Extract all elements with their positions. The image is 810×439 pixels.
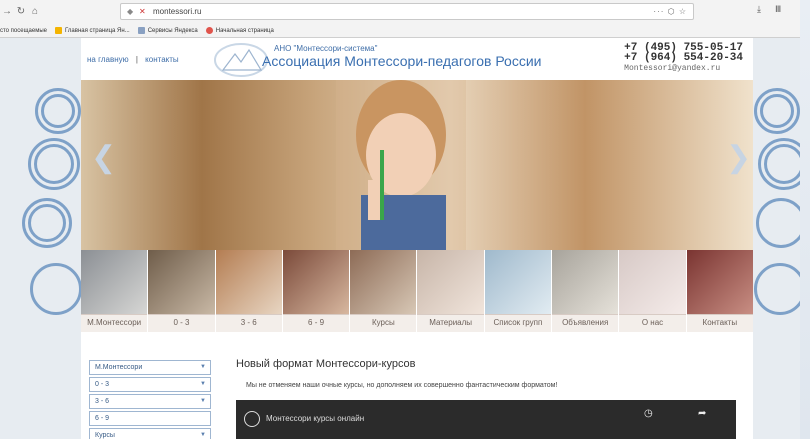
chevron-down-icon: ▼ [200, 398, 206, 404]
slider-next-icon[interactable]: ❯ [726, 140, 751, 175]
thumb-label: 0 - 3 [148, 314, 215, 332]
thumb-groups[interactable]: Список групп [484, 250, 553, 332]
child-photo [336, 80, 466, 250]
thumb-image [282, 250, 350, 315]
thumb-0-3[interactable]: 0 - 3 [148, 250, 216, 332]
top-links: на главную | контакты [87, 55, 179, 64]
thumb-label: Объявления [552, 314, 619, 332]
folder-icon [137, 27, 145, 34]
thumb-image [484, 250, 552, 315]
thumb-image [350, 250, 417, 315]
bookmark-label: Главная страница Ян... [65, 27, 130, 34]
channel-logo-icon [244, 411, 260, 427]
bookmarks-bar: сто посещаемые Главная страница Ян... Се… [0, 24, 800, 37]
start-page-icon [205, 27, 213, 34]
thumb-label: Список групп [484, 314, 552, 332]
url-text: montessori.ru [153, 7, 202, 16]
bookmark-item[interactable]: Начальная страница [205, 27, 274, 34]
thumb-label: О нас [619, 314, 686, 332]
decorative-circles-left [20, 88, 82, 328]
phone-number: +7 (964) 554-20-34 [624, 52, 743, 64]
contact-block: +7 (495) 755-05-17 +7 (964) 554-20-34 Mo… [624, 43, 743, 74]
sidebar-item-label: Курсы [95, 432, 115, 439]
home-icon[interactable]: ⌂ [28, 6, 42, 17]
site-info-icon[interactable]: ✕ [139, 4, 146, 19]
article-title: Новый формат Монтессори-курсов [236, 358, 416, 370]
thumb-6-9[interactable]: 6 - 9 [282, 250, 351, 332]
sidebar-item-label: 3 - 6 [95, 398, 110, 405]
sidebar-menu: М.Монтессори ▼ 0 - 3 ▼ 3 - 6 ▼ 6 - 9 Курсы ▼ [89, 360, 211, 439]
chevron-down-icon: ▼ [200, 381, 206, 387]
video-player[interactable]: Монтессори курсы онлайн ◷ ➦ [236, 400, 736, 439]
sidebar-item-montessori[interactable]: М.Монтессори ▼ [89, 360, 211, 375]
site-header: на главную | контакты АНО "Монтессори-си… [81, 38, 753, 80]
sidebar-item-label: 6 - 9 [95, 415, 110, 422]
watch-later-icon[interactable]: ◷ [644, 408, 653, 419]
sidebar-item-6-9[interactable]: 6 - 9 [89, 411, 211, 426]
ellipsis-icon[interactable]: ··· ⬡ ☆ [653, 4, 687, 19]
library-icon[interactable]: Ⅲ [775, 4, 781, 15]
bookmark-label: Начальная страница [215, 27, 274, 34]
download-icon[interactable]: ⤓ [757, 4, 761, 15]
sidebar-item-label: М.Монтессори [95, 364, 143, 371]
address-bar[interactable]: ◆ ✕ montessori.ru ··· ⬡ ☆ [120, 3, 694, 20]
thumb-image [148, 250, 215, 315]
thumb-image [215, 250, 282, 315]
sidebar-item-label: 0 - 3 [95, 381, 110, 388]
sidebar-item-3-6[interactable]: 3 - 6 ▼ [89, 394, 211, 409]
back-icon[interactable]: → [0, 6, 14, 17]
yandex-icon [55, 27, 62, 34]
hero-slider: ❮ ❯ [81, 80, 753, 250]
decorative-circles-right [752, 88, 800, 328]
chevron-down-icon: ▼ [200, 432, 206, 438]
screenshot-frame: → ↻ ⌂ ◆ ✕ montessori.ru ··· ⬡ ☆ ⤓ Ⅲ сто … [0, 0, 810, 439]
sidebar-item-0-3[interactable]: 0 - 3 ▼ [89, 377, 211, 392]
thumb-montessori[interactable]: М.Монтессори [81, 250, 149, 332]
thumb-image [417, 250, 484, 315]
thumb-about[interactable]: О нас [619, 250, 687, 332]
thumb-label: 6 - 9 [282, 314, 350, 332]
thumb-label: Курсы [350, 314, 417, 332]
video-title[interactable]: Монтессори курсы онлайн [266, 414, 364, 423]
thumb-courses[interactable]: Курсы [350, 250, 418, 332]
organization-subtitle: АНО "Монтессори-система" [274, 44, 378, 53]
home-link[interactable]: на главную [87, 55, 129, 64]
link-separator: | [135, 55, 138, 64]
organization-title[interactable]: Ассоциация Монтессори-педагогов России [262, 53, 541, 69]
site-container: на главную | контакты АНО "Монтессори-си… [81, 38, 753, 439]
article-text: Мы не отменяем наши очные курсы, но допо… [246, 382, 558, 389]
thumb-image [686, 250, 753, 315]
thumb-materials[interactable]: Материалы [417, 250, 485, 332]
thumb-image [81, 250, 148, 315]
thumb-label: Контакты [686, 314, 753, 332]
thumb-label: Материалы [417, 314, 484, 332]
thumb-label: 3 - 6 [215, 314, 282, 332]
share-icon[interactable]: ➦ [698, 408, 706, 419]
bookmark-item[interactable]: Главная страница Ян... [55, 27, 130, 34]
sidebar-item-courses[interactable]: Курсы ▼ [89, 428, 211, 439]
web-page: на главную | контакты АНО "Монтессори-си… [0, 38, 800, 439]
thumb-contacts[interactable]: Контакты [686, 250, 753, 332]
section-thumbnails: М.Монтессори 0 - 3 3 - 6 6 - 9 Курсы Мат… [81, 250, 753, 332]
thumb-label: М.Монтессори [81, 314, 148, 332]
email-address[interactable]: Montessori@yandex.ru [624, 64, 743, 73]
bookmark-label: Сервисы Яндекса [147, 27, 198, 34]
thumb-image [619, 250, 686, 315]
thumb-announcements[interactable]: Объявления [552, 250, 620, 332]
browser-chrome: → ↻ ⌂ ◆ ✕ montessori.ru ··· ⬡ ☆ ⤓ Ⅲ сто … [0, 0, 800, 38]
thumb-3-6[interactable]: 3 - 6 [215, 250, 283, 332]
bookmark-item[interactable]: Сервисы Яндекса [137, 27, 198, 34]
shield-icon: ◆ [127, 7, 134, 16]
bookmark-label: сто посещаемые [0, 27, 47, 34]
chevron-down-icon: ▼ [200, 364, 206, 370]
slider-prev-icon[interactable]: ❮ [91, 140, 116, 175]
bookmark-item[interactable]: сто посещаемые [0, 28, 47, 34]
reload-icon[interactable]: ↻ [14, 6, 28, 17]
thumb-image [552, 250, 619, 315]
contacts-link[interactable]: контакты [145, 55, 178, 64]
